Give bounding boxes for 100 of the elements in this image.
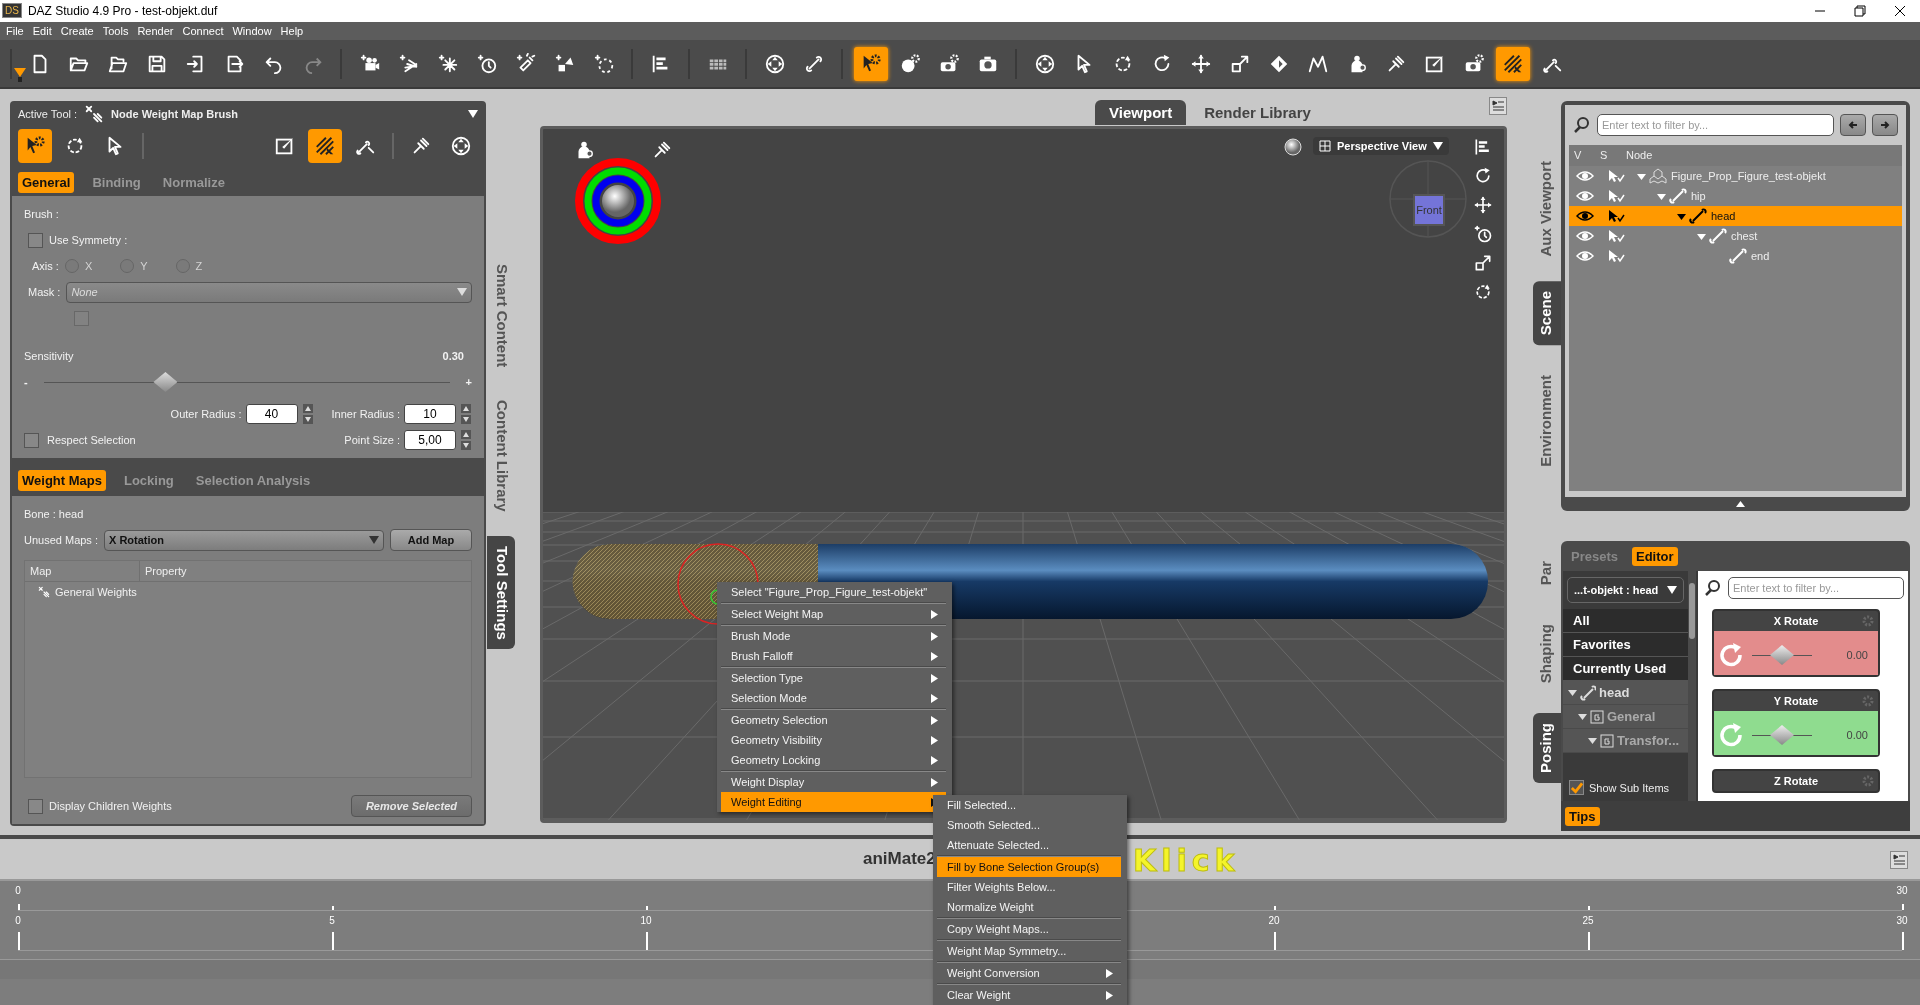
menu-item[interactable]: Fill by Bone Selection Group(s) [937, 857, 1121, 877]
tab[interactable]: Render Library [1190, 100, 1325, 126]
side-tab[interactable]: Content Library [487, 389, 515, 522]
checkbox[interactable] [24, 433, 39, 448]
filter-field[interactable]: Enter text to filter by... [1597, 114, 1834, 137]
menu-item[interactable]: Select Weight Map [721, 604, 946, 624]
tree-item[interactable]: head [1599, 685, 1630, 701]
side-tab[interactable]: Scene [1533, 281, 1561, 346]
add-map-button[interactable]: Add Map [390, 529, 472, 552]
cursor-check-icon[interactable] [1607, 229, 1625, 244]
light-rays-icon [397, 52, 420, 75]
menu-item[interactable]: Filter Weights Below... [937, 877, 1121, 897]
side-tab[interactable]: Posing [1533, 712, 1561, 783]
view-dropdown[interactable]: Perspective View [1313, 137, 1449, 156]
node-dropdown[interactable]: ...t-objekt : head [1567, 577, 1684, 604]
side-tab[interactable]: Smart Content [487, 254, 515, 378]
menu-item[interactable]: Attenuate Selected... [937, 835, 1121, 855]
menu-item[interactable]: Selection Type [721, 668, 946, 688]
playhead-marker-icon[interactable] [14, 68, 26, 82]
cursor-check-icon[interactable] [1607, 249, 1625, 264]
menu-item[interactable]: Render [137, 24, 174, 37]
side-tab[interactable]: Shaping [1533, 613, 1561, 693]
category-item[interactable]: All [1563, 609, 1688, 634]
tab[interactable]: Locking [119, 470, 178, 491]
tab[interactable]: General [18, 172, 75, 193]
category-item[interactable]: Currently Used [1563, 657, 1688, 682]
map-item[interactable]: General Weights [55, 586, 137, 599]
column-header: Map [25, 561, 140, 582]
cursor-check-icon[interactable] [1607, 209, 1625, 224]
number-field[interactable]: 40 [245, 404, 298, 425]
spinner-icon[interactable] [301, 403, 314, 426]
menu-item[interactable]: Help [280, 24, 304, 37]
tree-row[interactable]: Figure_Prop_Figure_test-objekt [1569, 166, 1902, 187]
tool-button[interactable] [308, 128, 342, 163]
menu-item[interactable]: Weight Editing [721, 792, 946, 812]
number-field[interactable]: 10 [404, 404, 456, 425]
panel-menu-icon[interactable] [1890, 851, 1908, 869]
tab[interactable]: Weight Maps [18, 470, 106, 491]
toolbar-button[interactable] [1495, 46, 1530, 81]
checkbox[interactable] [28, 799, 43, 814]
tab[interactable]: Selection Analysis [191, 470, 315, 491]
spinner-icon[interactable] [460, 403, 472, 426]
tree-row[interactable]: chest [1569, 226, 1902, 247]
tree-row[interactable]: hip [1569, 186, 1902, 207]
cursor-check-icon[interactable] [1607, 189, 1625, 204]
menu-item[interactable]: Edit [32, 24, 52, 37]
side-tab[interactable]: Aux Viewport [1533, 151, 1561, 268]
menu-item[interactable]: Tools [102, 24, 129, 37]
number-field[interactable]: 5,00 [404, 430, 456, 451]
menu-item[interactable]: Normalize Weight [937, 897, 1121, 917]
tab[interactable]: Editor [1632, 547, 1678, 566]
menu-item[interactable]: Selection Mode [721, 688, 946, 708]
menu-item[interactable]: Smooth Selected... [937, 815, 1121, 835]
unused-maps-dropdown[interactable]: X Rotation [104, 530, 384, 551]
cursor-check-icon[interactable] [1607, 169, 1625, 184]
spinner-icon[interactable] [460, 429, 472, 452]
panel-title: aniMate2 [863, 849, 936, 869]
panel-menu-icon[interactable] [1489, 97, 1507, 116]
close-icon[interactable] [1894, 4, 1906, 17]
menu-item[interactable]: Weight Display [721, 772, 946, 792]
starburst-icon [436, 52, 459, 75]
view-cube[interactable]: Front [1413, 194, 1445, 227]
tool-button[interactable] [18, 128, 52, 163]
menu-item[interactable]: Geometry Visibility [721, 730, 946, 750]
menu-item[interactable]: Window [232, 24, 272, 37]
menu-item[interactable]: Geometry Locking [721, 750, 946, 770]
back-button[interactable] [1840, 114, 1866, 137]
slider-title: X Rotate [1773, 615, 1819, 628]
tab[interactable]: Binding [88, 172, 145, 193]
tab[interactable]: Normalize [158, 172, 229, 193]
checkbox[interactable] [28, 233, 43, 248]
menu-item[interactable]: Geometry Selection [721, 710, 946, 730]
menu-item[interactable]: Copy Weight Maps... [937, 919, 1121, 939]
checkbox[interactable] [1569, 780, 1584, 796]
menu-item[interactable]: Weight Map Symmetry... [937, 941, 1121, 961]
pan-icon[interactable] [1473, 195, 1493, 216]
forward-button[interactable] [1872, 114, 1898, 137]
menu-item[interactable]: Select "Figure_Prop_Figure_test-objekt" [721, 582, 946, 602]
shading-sphere-icon[interactable] [1283, 137, 1303, 158]
toolbar-button[interactable] [853, 46, 888, 81]
dropdown-arrow-icon[interactable] [468, 110, 478, 119]
tab[interactable]: Viewport [1095, 100, 1187, 126]
menu-item[interactable]: Weight Conversion [937, 963, 1121, 983]
side-tab[interactable]: Environment [1533, 365, 1561, 477]
tips-tab[interactable]: Tips [1565, 807, 1600, 826]
side-tab[interactable]: Par [1533, 551, 1561, 596]
menu-item[interactable]: Connect [182, 24, 224, 37]
category-item[interactable]: Favorites [1563, 633, 1688, 658]
tree-row[interactable]: head [1569, 206, 1902, 227]
filter-field[interactable]: Enter text to filter by... [1728, 577, 1904, 600]
side-tab[interactable]: Tool Settings [487, 535, 515, 650]
restore-icon[interactable] [1854, 4, 1866, 17]
menu-item[interactable]: Brush Mode [721, 626, 946, 646]
tree-row[interactable]: end [1569, 246, 1902, 267]
eye-icon[interactable] [1576, 210, 1594, 223]
scrollbar-thumb[interactable] [1689, 583, 1695, 640]
menu-item[interactable]: File [6, 24, 24, 37]
menu-item[interactable]: Create [60, 24, 94, 37]
menu-item[interactable]: Clear Weight [937, 985, 1121, 1005]
menu-item[interactable]: Brush Falloff [721, 646, 946, 666]
